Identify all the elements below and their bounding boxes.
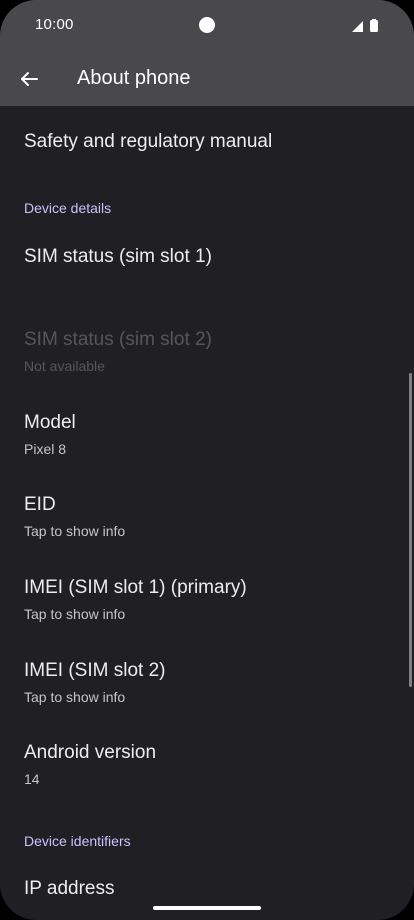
safety-regulatory-manual-item[interactable]: Safety and regulatory manual <box>24 130 390 154</box>
phone-screen: 10:00 About phone Safety and regulatory … <box>0 0 414 920</box>
ip-address-item[interactable]: IP address <box>24 877 390 901</box>
top-app-bar: 10:00 About phone <box>0 0 414 106</box>
gesture-navigation-bar[interactable] <box>153 906 261 910</box>
eid-item[interactable]: EID Tap to show info <box>24 493 390 540</box>
item-subtitle: Not available <box>24 358 105 374</box>
status-time: 10:00 <box>35 16 74 33</box>
section-header-device-identifiers: Device identifiers <box>24 833 131 849</box>
item-title: Android version <box>24 742 157 763</box>
item-subtitle: Pixel 8 <box>24 441 67 457</box>
item-title: EID <box>24 494 56 515</box>
item-title: Safety and regulatory manual <box>24 131 273 152</box>
imei-slot1-item[interactable]: IMEI (SIM slot 1) (primary) Tap to show … <box>24 576 390 623</box>
sim-status-slot2-item: SIM status (sim slot 2) Not available <box>24 328 390 375</box>
camera-cutout <box>199 17 215 33</box>
sim-status-slot1-item[interactable]: SIM status (sim slot 1) <box>24 245 390 269</box>
item-subtitle: Tap to show info <box>24 523 126 539</box>
signal-icon <box>352 19 378 32</box>
item-title: SIM status (sim slot 1) <box>24 246 212 267</box>
android-version-item[interactable]: Android version 14 <box>24 741 390 788</box>
settings-list[interactable]: Safety and regulatory manual Device deta… <box>0 106 414 920</box>
page-title: About phone <box>77 67 191 89</box>
item-title: SIM status (sim slot 2) <box>24 329 212 350</box>
item-subtitle: Tap to show info <box>24 689 126 705</box>
back-button[interactable] <box>12 62 46 96</box>
item-subtitle: 14 <box>24 771 40 787</box>
model-item[interactable]: Model Pixel 8 <box>24 411 390 458</box>
scrollbar[interactable] <box>409 373 412 687</box>
item-title: IP address <box>24 878 115 899</box>
imei-slot2-item[interactable]: IMEI (SIM slot 2) Tap to show info <box>24 659 390 706</box>
item-title: IMEI (SIM slot 2) <box>24 660 166 681</box>
item-subtitle: Tap to show info <box>24 606 126 622</box>
section-header-device-details: Device details <box>24 200 112 216</box>
status-icons <box>350 19 382 33</box>
arrow-back-icon <box>21 72 38 86</box>
item-title: Model <box>24 412 76 433</box>
item-title: IMEI (SIM slot 1) (primary) <box>24 577 247 598</box>
